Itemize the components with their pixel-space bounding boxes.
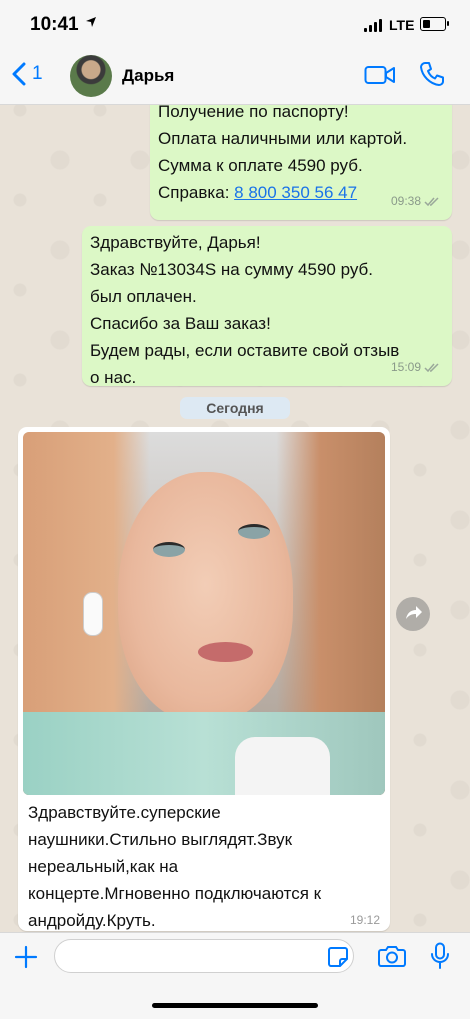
message-line: Спасибо за Ваш заказ!: [90, 314, 271, 333]
phone-icon: [420, 62, 444, 86]
message-line: Сумма к оплате 4590 руб.: [158, 156, 363, 175]
unread-count: 1: [32, 63, 43, 84]
home-indicator: [152, 1003, 318, 1008]
message-line: концерте.Мгновенно подключаются к: [28, 884, 322, 903]
camera-icon: [378, 946, 406, 967]
sticker-button[interactable]: [327, 946, 349, 973]
message-line: нереальный,как на: [28, 857, 179, 876]
contact-name[interactable]: Дарья: [122, 66, 174, 86]
help-phone-link[interactable]: 8 800 350 56 47: [234, 183, 357, 202]
message-line: Оплата наличными или картой.: [158, 129, 408, 148]
message-meta: 19:12: [350, 913, 380, 927]
earbud: [83, 592, 103, 636]
message-line: Будем рады, если оставите свой отзыв: [90, 341, 400, 360]
outgoing-message[interactable]: Здравствуйте, Дарья! Заказ №13034S на су…: [82, 226, 452, 387]
date-divider: Сегодня: [180, 397, 290, 419]
photo-time: 17:12: [352, 817, 382, 831]
message-time: 15:09: [390, 360, 421, 374]
network-label: LTE: [389, 17, 415, 33]
status-time: 10:41: [30, 14, 79, 35]
message-line: андройду.Круть.: [28, 911, 156, 930]
avatar[interactable]: [70, 55, 112, 97]
message-text: Получение по паспорту! Оплата наличными …: [158, 98, 407, 206]
help-label: Справка:: [158, 183, 235, 202]
message-line: Справка: 8 800 350 56 47: [158, 179, 407, 206]
back-button[interactable]: 1: [12, 62, 43, 86]
camera-button[interactable]: [378, 944, 406, 973]
status-bar: 10:41 LTE: [0, 0, 470, 48]
video-call-button[interactable]: [364, 64, 396, 91]
chevron-left-icon: [12, 62, 26, 86]
incoming-photo-message[interactable]: Здравствуйте.суперские наушники.Стильно …: [18, 427, 390, 931]
microphone-icon: [431, 942, 449, 969]
message-line: Здравствуйте, Дарья!: [90, 233, 261, 252]
plus-icon: [14, 945, 38, 969]
chat-header: 1 Дарья: [0, 48, 470, 105]
photo-time-label: 17:12: [351, 817, 382, 831]
message-line: о нас.: [90, 368, 137, 387]
message-input[interactable]: [54, 939, 354, 973]
message-meta: 09:38: [391, 188, 440, 215]
double-check-icon: [424, 196, 439, 206]
message-meta: 15:09: [391, 354, 440, 381]
message-time: 09:38: [390, 194, 421, 208]
message-line: был оплачен.: [90, 287, 197, 306]
message-line: наушники.Стильно выглядят.Звук: [28, 830, 293, 849]
message-line: Заказ №13034S на сумму 4590 руб.: [90, 260, 374, 279]
message-photo[interactable]: [23, 432, 385, 795]
message-line: Здравствуйте.суперские: [28, 803, 221, 822]
location-arrow-icon: [86, 17, 96, 27]
video-camera-icon: [364, 66, 395, 84]
signal-icon: [364, 18, 382, 32]
voice-call-button[interactable]: [419, 61, 445, 92]
input-bar: [0, 932, 470, 1019]
attach-button[interactable]: [14, 945, 38, 974]
message-time: 19:12: [349, 913, 380, 927]
double-check-icon: [424, 362, 439, 372]
message-text: Здравствуйте, Дарья! Заказ №13034S на су…: [90, 229, 399, 391]
forward-icon: [406, 606, 422, 619]
earbuds-case: [235, 737, 330, 795]
message-text: Здравствуйте.суперские наушники.Стильно …: [28, 799, 321, 934]
outgoing-message[interactable]: Получение по паспорту! Оплата наличными …: [150, 96, 452, 220]
battery-icon: [420, 17, 449, 31]
microphone-button[interactable]: [430, 942, 450, 975]
forward-button[interactable]: [396, 597, 430, 631]
sticker-icon: [328, 947, 348, 967]
